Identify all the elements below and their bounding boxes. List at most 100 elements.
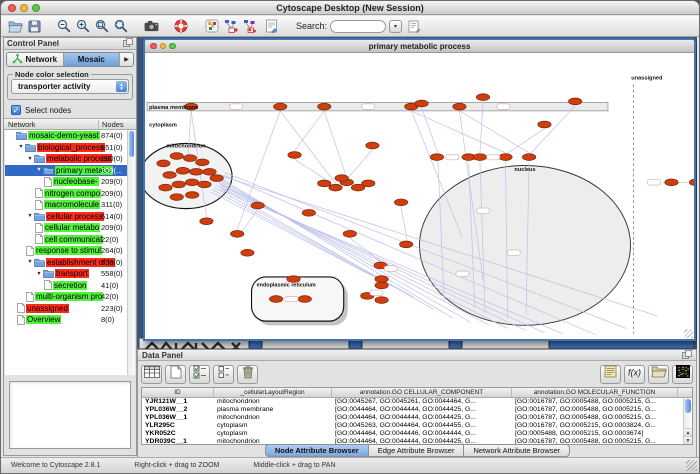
network-node[interactable]: [198, 181, 211, 188]
table-row[interactable]: YLR295Ccytoplasm[GO:0045263, GO:0044464,…: [142, 422, 692, 430]
birdseye-view[interactable]: [9, 381, 131, 449]
network-node[interactable]: [665, 179, 678, 186]
nucleus-region[interactable]: [420, 166, 631, 326]
window-resize-grip[interactable]: [686, 460, 697, 471]
float-panel-icon[interactable]: [682, 350, 692, 361]
network-node[interactable]: [288, 152, 301, 159]
network-node[interactable]: [415, 100, 428, 107]
network-node[interactable]: [430, 154, 443, 161]
network-node[interactable]: [343, 230, 356, 237]
network-canvas[interactable]: plasma membrane cytoplasm mitochondrion …: [145, 53, 694, 339]
network-node[interactable]: [362, 180, 375, 187]
table-row[interactable]: YJR121W__1mitochondrion[GO:0045267, GO:0…: [142, 398, 692, 406]
tree-item-nitrogen-compo[interactable]: nitrogen compo209(0): [5, 188, 127, 200]
tree-column-network[interactable]: Network: [4, 120, 99, 129]
network-node[interactable]: [159, 184, 172, 191]
tree-item-macromolecule[interactable]: macromolecule311(0): [5, 199, 127, 211]
node-color-select[interactable]: transporter activity ▲▼: [11, 79, 129, 94]
table-row[interactable]: YKR052Ccytoplasm[GO:0044464, GO:0044446,…: [142, 430, 692, 438]
network-node[interactable]: [200, 218, 213, 225]
network-close-button[interactable]: [150, 43, 157, 50]
save-icon[interactable]: [26, 18, 43, 34]
minimize-button[interactable]: [20, 4, 28, 12]
table-scrollbar[interactable]: ▲ ▼: [683, 398, 692, 444]
tree-expand-arrow-icon[interactable]: ▼: [17, 144, 25, 150]
import-attributes-button[interactable]: [648, 365, 669, 384]
vizmapper-icon[interactable]: [203, 18, 220, 34]
network-node[interactable]: [157, 160, 170, 167]
network-node[interactable]: [163, 172, 176, 179]
close-button[interactable]: [8, 4, 16, 12]
network-view-window[interactable]: primary metabolic process plasma me: [143, 38, 696, 341]
open-icon[interactable]: [7, 18, 24, 34]
column-header-3[interactable]: annotation.GO CELLULAR_COMPONENT: [332, 388, 512, 397]
float-panel-icon[interactable]: [123, 38, 133, 49]
network-node[interactable]: [231, 230, 244, 237]
select-attributes-button[interactable]: [189, 365, 210, 384]
tree-expand-arrow-icon[interactable]: ▼: [35, 271, 43, 277]
heatmap-button[interactable]: [672, 365, 693, 384]
network-node[interactable]: [210, 175, 223, 182]
table-scrollbar-thumb[interactable]: [685, 399, 691, 413]
function-builder-button[interactable]: f(x): [624, 365, 645, 384]
network-node[interactable]: [375, 276, 388, 283]
network-node[interactable]: [538, 121, 551, 128]
network-node[interactable]: [170, 194, 183, 201]
window-titlebar[interactable]: Cytoscape Desktop (New Session): [1, 1, 699, 15]
network-node[interactable]: [172, 181, 185, 188]
tree-item-cellular-metabo[interactable]: cellular metabo209(0): [5, 222, 127, 234]
zoom-in-icon[interactable]: [74, 18, 91, 34]
tree-expand-arrow-icon[interactable]: ▼: [26, 156, 34, 162]
network-node[interactable]: [400, 241, 413, 248]
tab-mosaic[interactable]: Mosaic: [64, 53, 121, 66]
tree-item-overview[interactable]: Overview8(0): [5, 314, 127, 326]
column-header-2[interactable]: _cellularLayoutRegion: [214, 388, 332, 397]
network-node[interactable]: [203, 168, 216, 175]
network-node[interactable]: [375, 282, 388, 289]
tab-network[interactable]: Network: [7, 53, 64, 66]
column-header-4[interactable]: annotation.GO MOLECULAR_FUNCTION: [512, 388, 678, 397]
scroll-down-arrow[interactable]: ▼: [684, 436, 692, 444]
network-node[interactable]: [366, 142, 379, 149]
tree-item-biological-process[interactable]: ▼biological_process651(0): [5, 142, 127, 154]
tab-node-attribute-browser[interactable]: Node Attribute Browser: [265, 444, 369, 457]
tree-item-secretion[interactable]: secretion41(0): [5, 280, 127, 292]
network-window-resize-grip[interactable]: [684, 329, 693, 338]
tree-item-multi-organism-pro[interactable]: multi-organism pro42(0): [5, 291, 127, 303]
network-node[interactable]: [185, 179, 198, 186]
network-node[interactable]: [251, 202, 264, 209]
scroll-up-arrow[interactable]: ▲: [684, 428, 692, 436]
tree-item-cell-communicat[interactable]: cell communicat22(0): [5, 234, 127, 246]
network-node[interactable]: [335, 175, 348, 182]
network-node[interactable]: [329, 184, 342, 191]
delete-attribute-button[interactable]: [237, 365, 258, 384]
tree-item-nucleobase-[interactable]: nucleobase-209(0): [5, 176, 127, 188]
network-node[interactable]: [473, 154, 486, 161]
network-node[interactable]: [318, 180, 331, 187]
tree-item-establishment-of-lo[interactable]: ▼establishment of lo558(0): [5, 257, 127, 269]
tree-item-primary-metabo[interactable]: ▼primary metabo209(...: [5, 165, 127, 177]
network-minimize-button[interactable]: [160, 43, 167, 50]
plasma-membrane-region[interactable]: [147, 102, 608, 110]
network-node[interactable]: [183, 155, 196, 162]
network-node[interactable]: [453, 103, 466, 110]
network-node[interactable]: [522, 154, 535, 161]
tab-network-attribute-browser[interactable]: Network Attribute Browser: [463, 444, 570, 457]
help-ring-icon[interactable]: [172, 18, 189, 34]
zoom-button[interactable]: [32, 4, 40, 12]
annotation-icon[interactable]: [263, 18, 280, 34]
network-node[interactable]: [170, 153, 183, 160]
table-row[interactable]: YPL036W__2plasma membrane[GO:0044464, GO…: [142, 406, 692, 414]
network-node[interactable]: [274, 103, 287, 110]
select-nodes-checkbox[interactable]: ✓: [11, 105, 21, 115]
attribute-table[interactable]: ID_cellularLayoutRegionannotation.GO CEL…: [141, 387, 693, 445]
search-input[interactable]: [330, 20, 386, 33]
network-node[interactable]: [185, 192, 198, 199]
search-dropdown-arrow[interactable]: ▾: [389, 20, 402, 33]
network-node[interactable]: [176, 167, 189, 174]
tree-expand-arrow-icon[interactable]: ▼: [35, 167, 43, 173]
new-attribute-button[interactable]: [165, 365, 186, 384]
tree-column-nodes[interactable]: Nodes: [99, 120, 136, 129]
tab-edge-attribute-browser[interactable]: Edge Attribute Browser: [368, 444, 465, 457]
network-node[interactable]: [476, 94, 489, 101]
